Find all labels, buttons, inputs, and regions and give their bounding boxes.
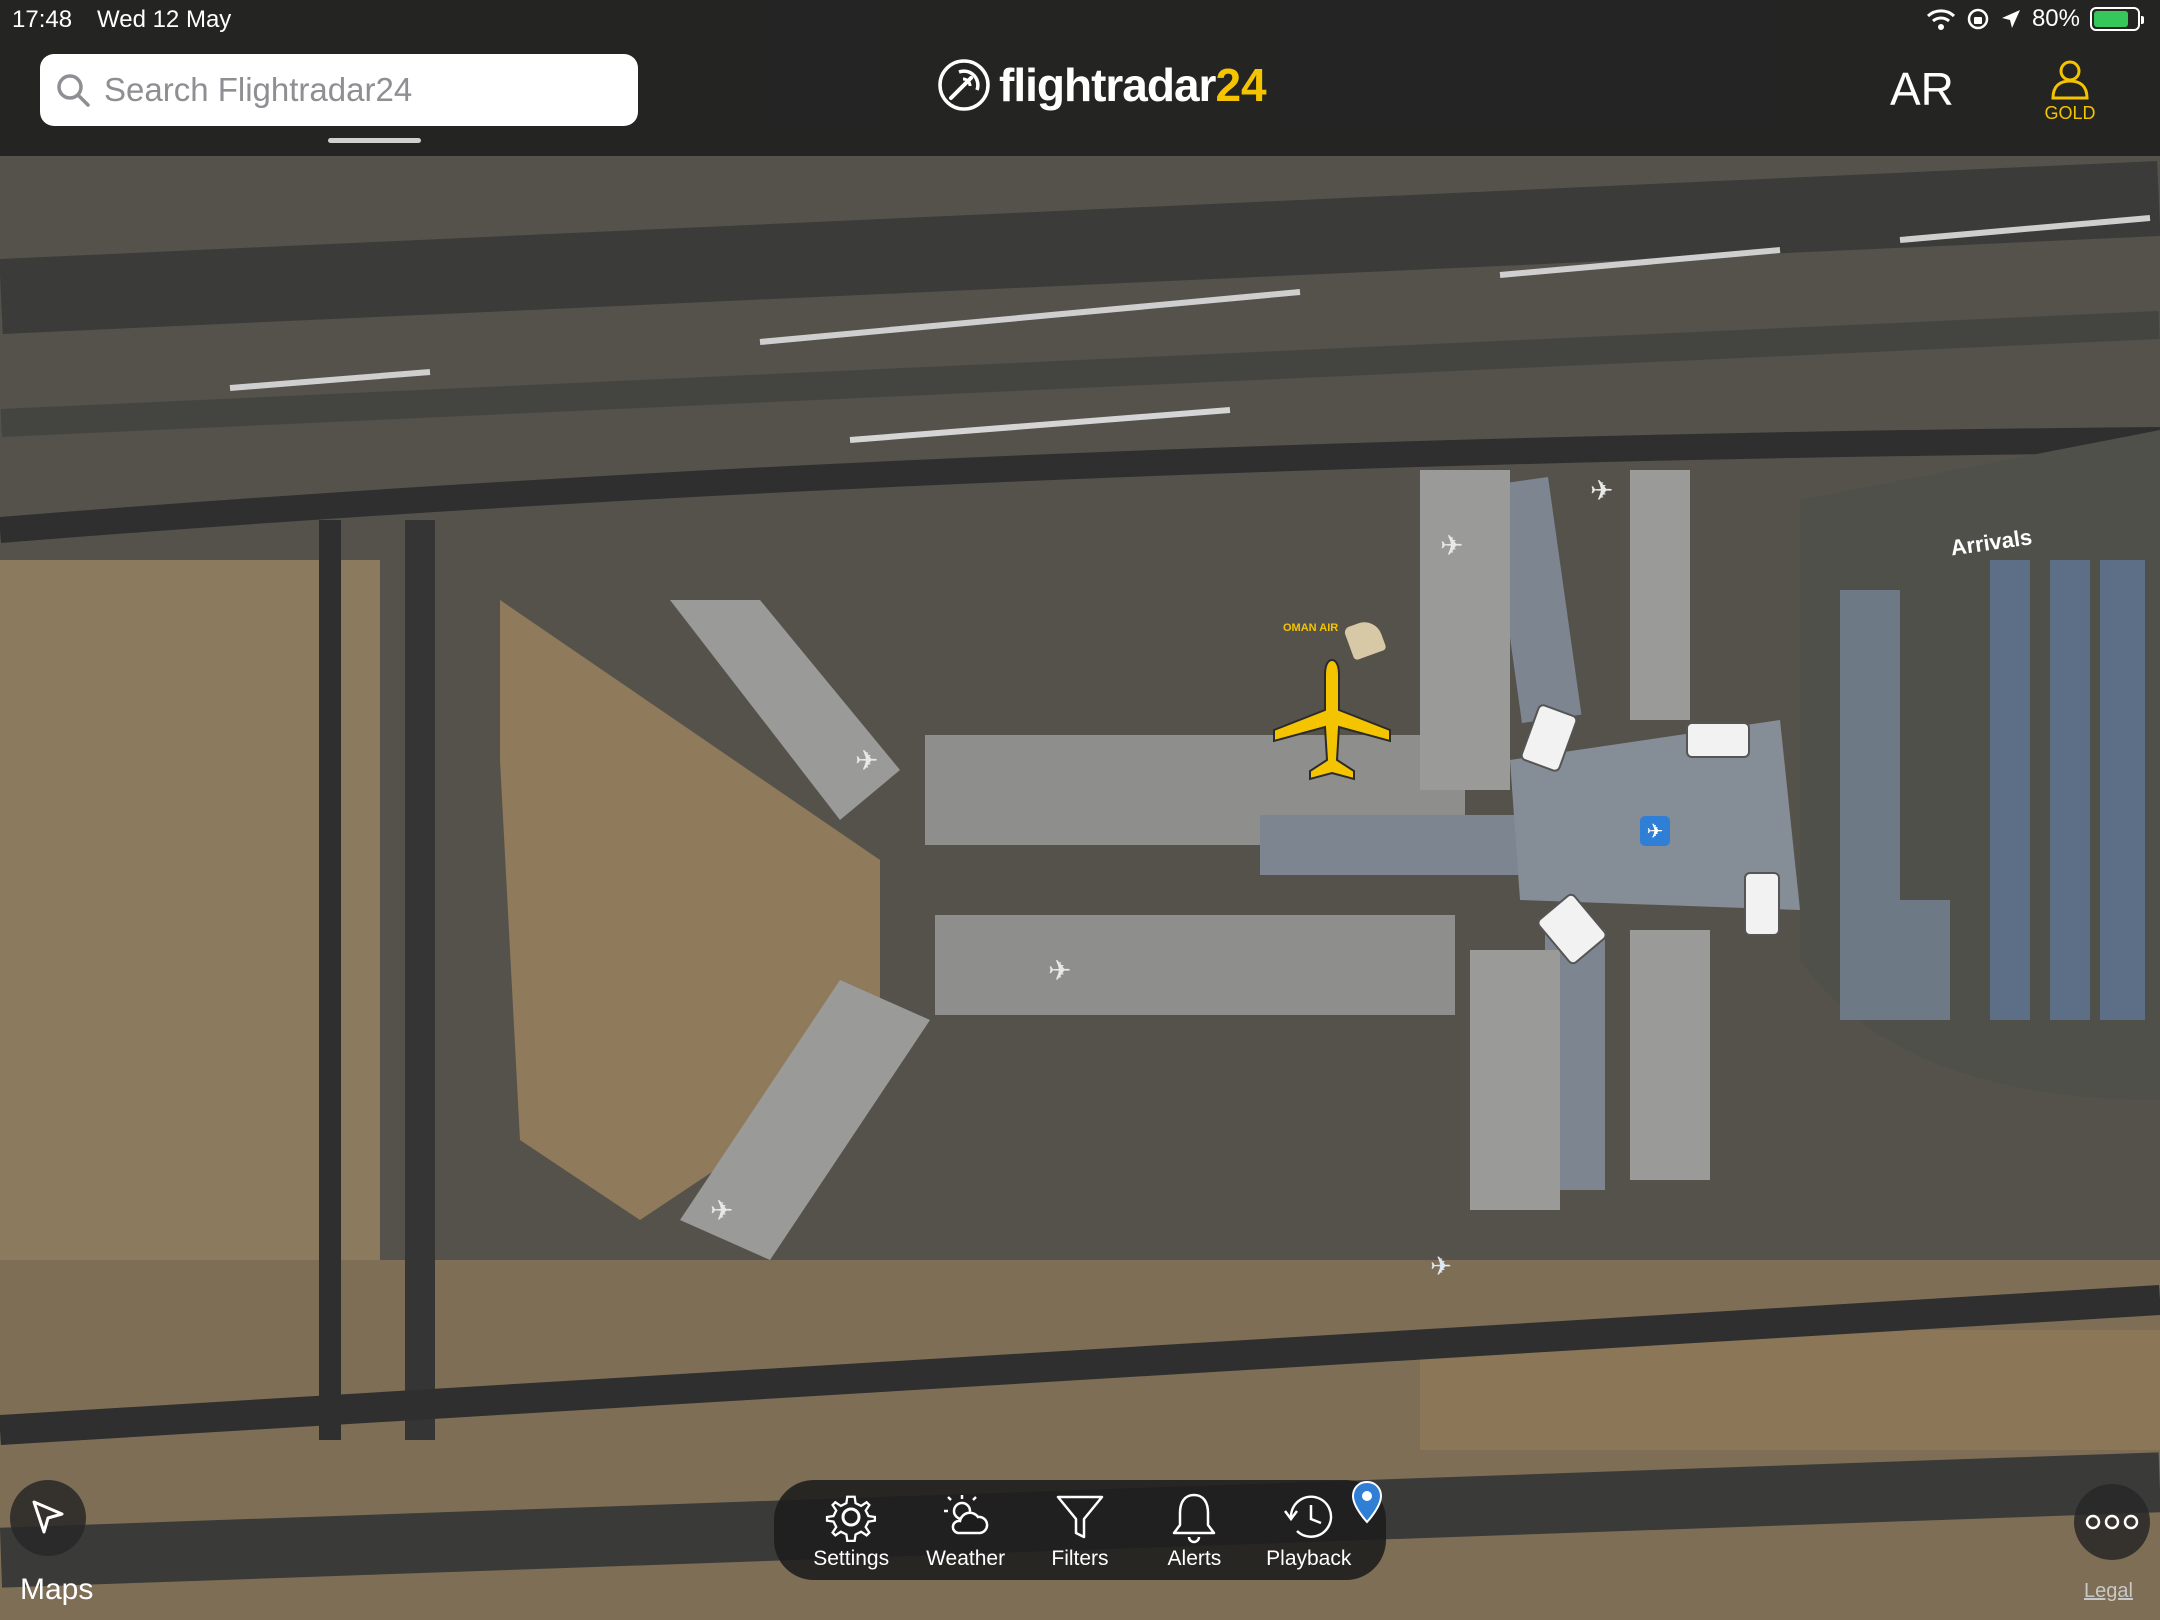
stand-marker[interactable]: [1744, 872, 1780, 936]
gear-icon: [826, 1495, 877, 1543]
apple-maps-attribution: Maps: [20, 1572, 93, 1607]
apron-south: [935, 915, 1455, 1015]
orientation-lock-icon: [1967, 8, 1989, 30]
selected-aircraft-icon[interactable]: [1270, 655, 1394, 785]
wifi-icon: [1926, 9, 1955, 30]
radar-logo-icon: [938, 59, 990, 111]
location-arrow-icon: [32, 1500, 64, 1534]
my-location-button[interactable]: [10, 1480, 86, 1556]
logo-number: 24: [1215, 59, 1267, 111]
more-button[interactable]: [2074, 1484, 2150, 1560]
status-time: 17:48: [12, 6, 73, 33]
settings-label: Settings: [813, 1547, 890, 1570]
svg-text:✈: ✈: [710, 1194, 733, 1227]
svg-text:✈: ✈: [855, 744, 878, 777]
search-input[interactable]: Search Flightradar24: [40, 54, 638, 126]
pier-west: [1260, 815, 1550, 875]
weather-label: Weather: [926, 1547, 1006, 1570]
account-tier-label: GOLD: [2044, 103, 2096, 123]
svg-text:✈: ✈: [1048, 954, 1071, 987]
search-placeholder: Search Flightradar24: [104, 71, 413, 108]
ar-button[interactable]: AR: [1890, 62, 1954, 116]
battery-percentage: 80%: [2031, 5, 2080, 32]
user-icon: [2051, 60, 2089, 100]
status-date: Wed 12 May: [97, 6, 232, 33]
filters-label: Filters: [1051, 1547, 1109, 1570]
svg-text:✈: ✈: [1430, 1252, 1452, 1282]
location-arrow-icon: [2001, 10, 2020, 28]
history-icon: [1283, 1495, 1332, 1538]
weather-button[interactable]: Weather: [911, 1489, 1021, 1571]
playback-button[interactable]: Playback: [1254, 1489, 1364, 1571]
playback-label: Playback: [1266, 1547, 1352, 1570]
alerts-label: Alerts: [1167, 1547, 1222, 1570]
battery-charging-icon: [2090, 7, 2144, 31]
car-park-3: [2100, 560, 2145, 1020]
status-icons: 80%: [1926, 5, 2144, 33]
bottom-toolbar: Settings Weather Filters Alerts Playback: [774, 1480, 1386, 1580]
more-options-icon: [2085, 1514, 2139, 1530]
logo-word: flightradar: [999, 59, 1216, 111]
search-icon: [57, 74, 90, 107]
weather-icon: [943, 1495, 988, 1535]
car-park-1: [1990, 560, 2030, 1020]
settings-button[interactable]: Settings: [796, 1489, 906, 1571]
svg-text:✈: ✈: [1440, 529, 1463, 562]
airport-badge[interactable]: ✈: [1640, 816, 1670, 846]
alerts-button[interactable]: Alerts: [1139, 1489, 1249, 1571]
bell-icon: [1173, 1493, 1216, 1544]
filter-icon: [1056, 1495, 1104, 1539]
airline-name: OMAN AIR: [1283, 622, 1339, 634]
account-button[interactable]: GOLD: [2040, 58, 2100, 124]
legal-link[interactable]: Legal: [2084, 1580, 2133, 1603]
stand-marker[interactable]: [1686, 722, 1750, 758]
svg-text:✈: ✈: [1590, 474, 1613, 507]
status-bar: 17:48 Wed 12 May 80%: [0, 0, 2160, 40]
app-logo: flightradar 24: [937, 58, 1267, 112]
satellite-map[interactable]: ✈ ✈ ✈ ✈ ✈ ✈ Arrivals OMAN AIR ✈: [0, 0, 2160, 1620]
filters-button[interactable]: Filters: [1025, 1489, 1135, 1571]
search-panel-grabber[interactable]: [328, 138, 421, 143]
car-park-2: [2050, 560, 2090, 1020]
map-canvas: ✈ ✈ ✈ ✈ ✈ ✈ Arrivals: [0, 0, 2160, 1620]
maps-attribution-text: Maps: [20, 1573, 94, 1606]
map-pin-icon[interactable]: [1350, 1480, 1384, 1524]
